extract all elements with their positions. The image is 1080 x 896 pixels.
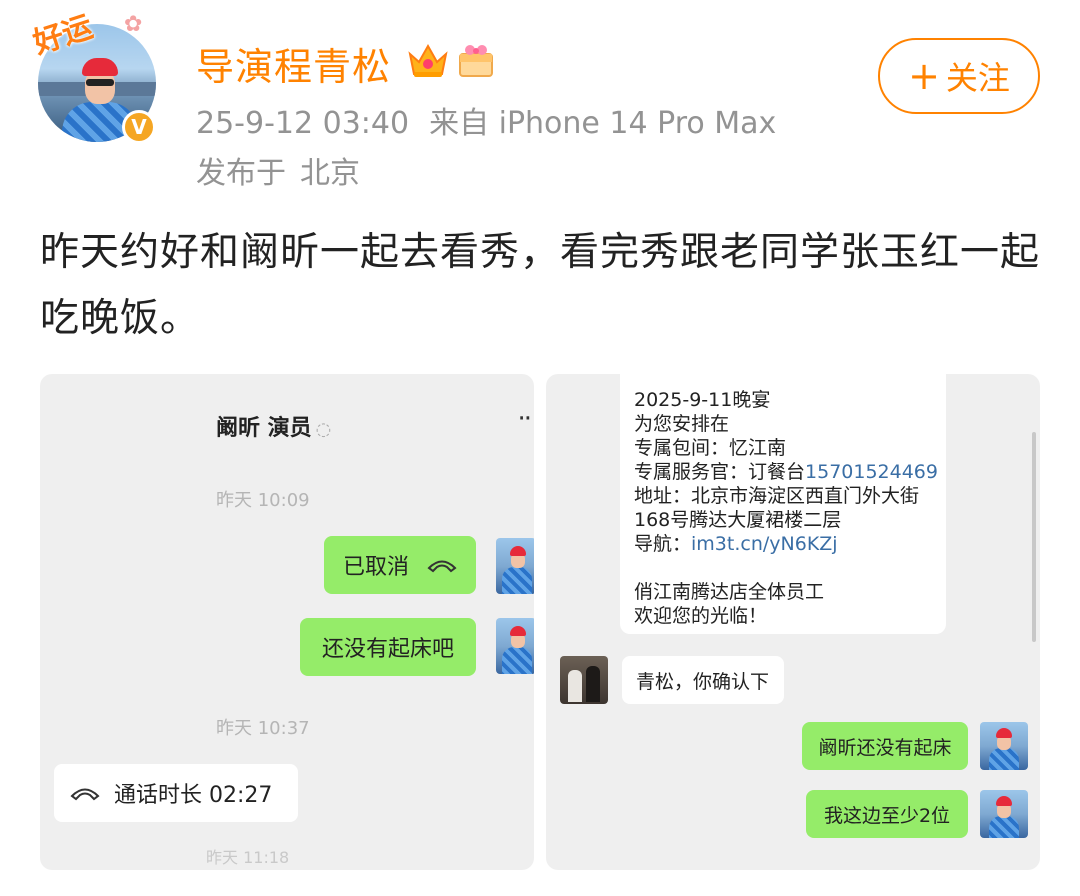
sms-waiter-line: 专属服务官：订餐台15701524469 xyxy=(634,461,938,483)
follow-button[interactable]: + 关注 xyxy=(878,38,1040,114)
sms-line: 欢迎您的光临！ xyxy=(634,605,768,627)
location-city: 北京 xyxy=(300,156,360,191)
sms-line: 专属包间：忆江南 xyxy=(634,437,787,459)
message-bubble: 我这边至少2位 xyxy=(806,790,968,838)
call-duration-bubble: 通话时长 02:27 xyxy=(54,764,298,822)
username[interactable]: 导演程青松 xyxy=(196,36,391,91)
sender-avatar xyxy=(496,618,534,674)
verified-icon: V xyxy=(122,110,156,144)
post-source: 来自 iPhone 14 Pro Max xyxy=(429,106,777,141)
contact-avatar xyxy=(560,656,608,704)
more-icon: ·· xyxy=(517,404,531,434)
message-bubble: 阚昕还没有起床 xyxy=(802,722,968,770)
post-meta: 25-9-12 03:40 来自 iPhone 14 Pro Max xyxy=(196,98,776,142)
phone-icon xyxy=(70,788,100,801)
sms-line: 为您安排在 xyxy=(634,413,730,435)
sms-line: 2025-9-11晚宴 xyxy=(634,389,771,411)
post-image-2[interactable]: 2025-9-11晚宴 为您安排在 专属包间：忆江南 专属服务官：订餐台1570… xyxy=(546,374,1040,870)
plus-icon: + xyxy=(908,54,940,98)
decoration-dots: ✿ xyxy=(124,12,143,37)
post-image-1[interactable]: 阚昕 演员 ◌ ·· 昨天 10:09 已取消 还没有起床吧 昨天 10:37 通… xyxy=(40,374,534,870)
gift-icon xyxy=(459,45,493,77)
user-avatar[interactable]: 好运 ✿ V xyxy=(29,9,156,144)
post-timestamp: 25-9-12 03:40 xyxy=(196,106,410,141)
sms-line: 168号腾达大厦裙楼二层 xyxy=(634,509,842,531)
forwarded-sms-card: 2025-9-11晚宴 为您安排在 专属包间：忆江南 专属服务官：订餐台1570… xyxy=(620,374,946,634)
chat-timestamp: 昨天 11:18 xyxy=(206,848,290,867)
sender-avatar xyxy=(496,538,534,594)
post-location: 发布于 北京 xyxy=(196,148,360,192)
location-prefix: 发布于 xyxy=(196,156,286,191)
phone-icon xyxy=(427,560,457,573)
chat-timestamp: 昨天 10:09 xyxy=(216,490,310,511)
cancelled-call-bubble: 已取消 xyxy=(324,536,476,594)
nav-link[interactable]: im3t.cn/yN6KZj xyxy=(691,533,838,555)
post-text: 昨天约好和阚昕一起去看秀，看完秀跟老同学张玉红一起吃晚饭。 xyxy=(40,230,1041,341)
message-bubble: 还没有起床吧 xyxy=(300,618,476,676)
phone-link[interactable]: 15701524469 xyxy=(805,461,938,483)
chat-title: 阚昕 演员 ◌ xyxy=(216,416,332,441)
ear-icon: ◌ xyxy=(315,419,332,440)
chat-timestamp: 昨天 10:37 xyxy=(216,718,310,739)
sender-avatar xyxy=(980,790,1028,838)
sms-nav-line: 导航：im3t.cn/yN6KZj xyxy=(634,533,838,555)
follow-label: 关注 xyxy=(945,59,1010,97)
scrollbar[interactable] xyxy=(1032,432,1036,642)
cut-off-line xyxy=(634,374,932,388)
sms-line: 俏江南腾达店全体员工 xyxy=(634,581,825,603)
message-bubble: 青松，你确认下 xyxy=(622,656,784,704)
sms-line: 地址：北京市海淀区西直门外大街 xyxy=(634,485,920,507)
sender-avatar xyxy=(980,722,1028,770)
crown-icon xyxy=(408,43,448,77)
